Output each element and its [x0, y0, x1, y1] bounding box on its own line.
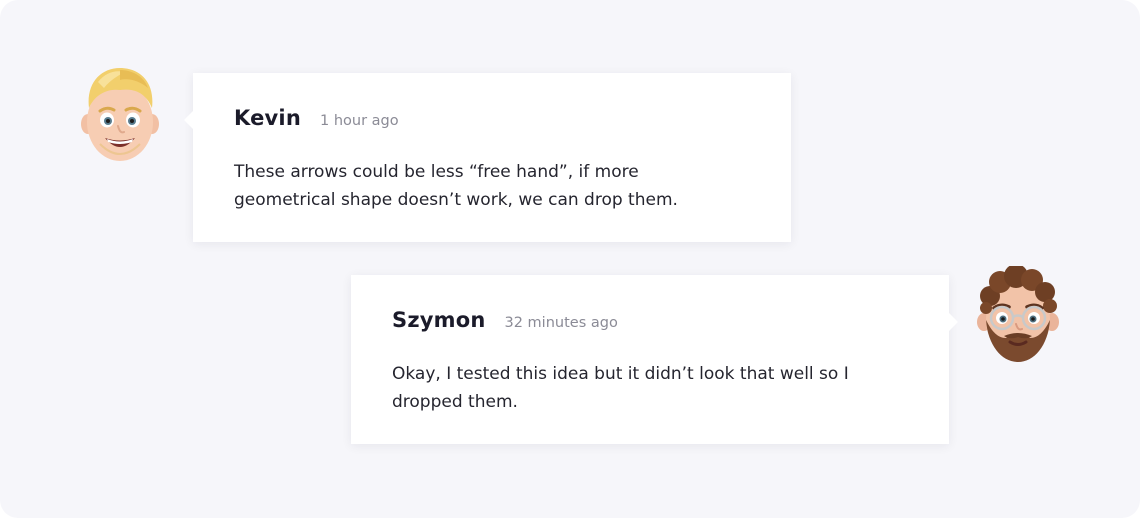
comment-text: Okay, I tested this idea but it didn’t l… [392, 364, 849, 412]
avatar-blond-man-icon [81, 68, 159, 161]
comment-timestamp: 32 minutes ago [504, 315, 618, 331]
comment-author[interactable]: Szymon [392, 308, 486, 332]
avatar-kevin[interactable] [80, 64, 160, 164]
comment-meta: Szymon 32 minutes ago [392, 308, 618, 332]
comment-card-szymon: Szymon 32 minutes ago Okay, I tested thi… [351, 275, 958, 444]
comment-thread: Kevin 1 hour ago These arrows could be l… [0, 0, 1140, 518]
comment-text: These arrows could be less “free hand”, … [234, 162, 678, 210]
comment-meta: Kevin 1 hour ago [234, 106, 399, 130]
comment-card-kevin: Kevin 1 hour ago These arrows could be l… [184, 73, 791, 242]
avatar-bearded-man-glasses-icon [977, 266, 1059, 362]
avatar-szymon[interactable] [976, 266, 1059, 366]
comment-author[interactable]: Kevin [234, 106, 301, 130]
comment-timestamp: 1 hour ago [319, 113, 399, 129]
